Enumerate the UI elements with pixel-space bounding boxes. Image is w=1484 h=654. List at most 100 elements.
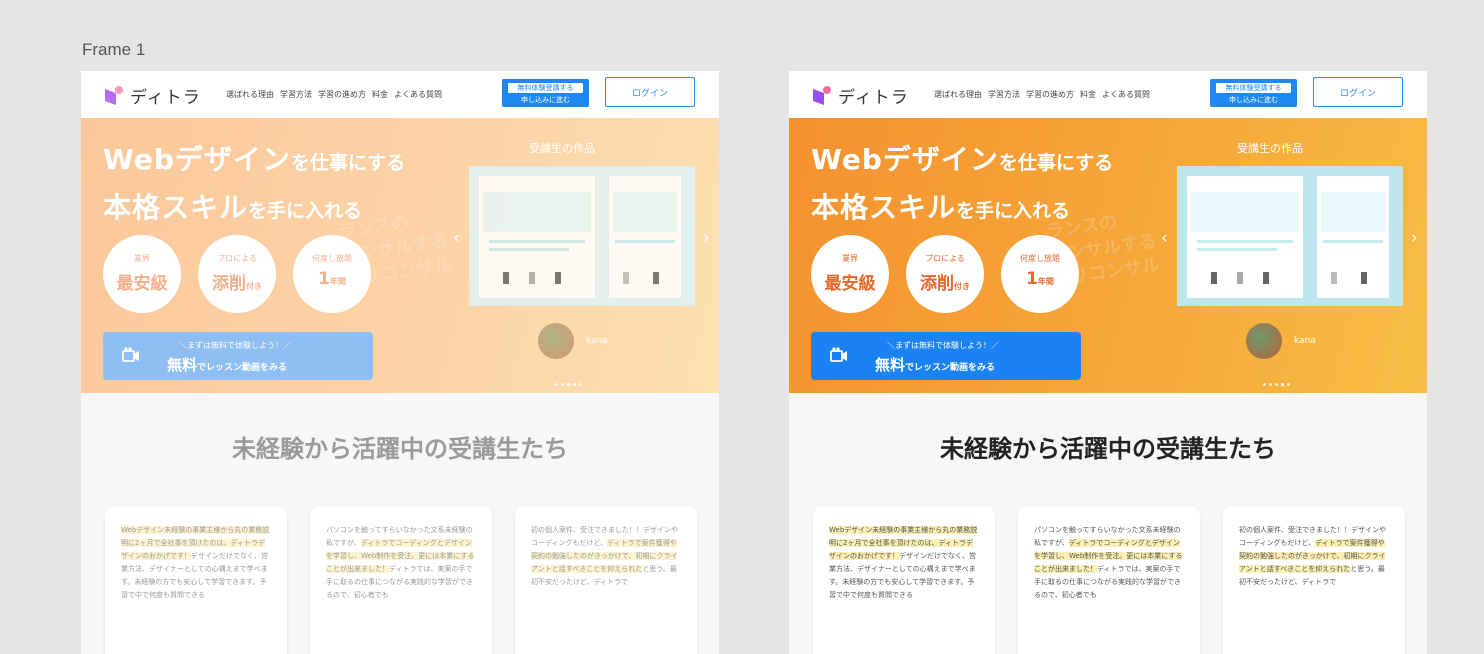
work-screenshot-desktop [479, 176, 595, 298]
nav-item-flow[interactable]: 学習の進め方 [1026, 89, 1074, 100]
site-logo[interactable]: ディトラ [838, 83, 909, 108]
carousel-dots [1263, 383, 1290, 386]
carousel-dot[interactable] [1275, 383, 1278, 386]
apply-button-top: 無料体験受講する [508, 83, 583, 93]
hero-headline-2-big: 本格スキル [811, 191, 957, 224]
badge-top: 何度し放題 [1020, 254, 1060, 263]
hero-headline-2-small: を手に入れる [248, 200, 363, 222]
carousel-dot[interactable] [561, 383, 564, 386]
work-screenshot-line [615, 240, 675, 243]
badge-top: プロによる [217, 254, 257, 263]
nav-item-faq[interactable]: よくある質問 [1102, 89, 1150, 100]
carousel-dot[interactable] [573, 383, 576, 386]
carousel-next-icon[interactable]: › [1411, 228, 1418, 248]
cta-subtext: ＼まずは無料で体験しよう！／ [179, 341, 291, 350]
badge-suffix: 付き [246, 282, 262, 291]
work-screenshot-mobile [1317, 176, 1389, 298]
carousel-dot[interactable] [1287, 383, 1290, 386]
work-screenshot-hero [1191, 192, 1299, 232]
frame-faded-variant: ディトラ 選ばれる理由 学習方法 学習の進め方 料金 よくある質問 無料体験受講… [81, 71, 719, 654]
nav-item-reasons[interactable]: 選ばれる理由 [934, 89, 982, 100]
work-screenshot-line [1197, 240, 1293, 243]
apply-button-label: 申し込みに進む [521, 96, 570, 104]
nav-item-faq[interactable]: よくある質問 [394, 89, 442, 100]
carousel-dots [555, 383, 582, 386]
student-avatar [1246, 323, 1282, 359]
testimonial-text: 初の個人案件、受注できました！！デザインやコーディングもだけど、ディトラで案件獲… [1239, 524, 1389, 589]
video-camera-icon [830, 347, 847, 362]
main-nav: 選ばれる理由 学習方法 学習の進め方 料金 よくある質問 [934, 89, 1150, 100]
work-screenshot-mobile [609, 176, 681, 298]
hero-headline-1-small: を仕事にする [290, 152, 406, 174]
apply-button-label: 申し込みに進む [1229, 96, 1278, 104]
carousel-dot[interactable] [1269, 383, 1272, 386]
student-avatar [538, 323, 574, 359]
carousel-dot[interactable] [579, 383, 582, 386]
section-title: 未経験から活躍中の受講生たち [232, 435, 568, 463]
badge-unlimited: 何度し放題 1年間 [1001, 235, 1079, 313]
login-button[interactable]: ログイン [1313, 77, 1403, 107]
frame-label: Frame 1 [82, 40, 146, 59]
testimonial-card: Webデザイン未経験の事業主様から丸の業務説明に2ヶ月で全社事を頂けたのは、ディ… [105, 506, 287, 654]
nav-item-reasons[interactable]: 選ばれる理由 [226, 89, 274, 100]
badge-top: 業界 [842, 254, 858, 263]
work-screenshot-desktop [1187, 176, 1303, 298]
work-screenshot-line [1197, 248, 1277, 251]
carousel-dot[interactable] [1281, 383, 1284, 386]
carousel-dot[interactable] [567, 383, 570, 386]
carousel-prev-icon[interactable]: ‹ [1161, 228, 1168, 248]
free-lesson-cta-button[interactable]: ＼まずは無料で体験しよう！／ 無料でレッスン動画をみる [103, 332, 373, 380]
testimonial-card: Webデザイン未経験の事業主様から丸の業務説明に2ヶ月で全社事を頂けたのは、ディ… [813, 506, 995, 654]
badge-review: プロによる 添削付き [906, 235, 984, 313]
apply-button[interactable]: 無料体験受講する 申し込みに進む [502, 79, 589, 107]
testimonial-card: 初の個人案件、受注できました！！デザインやコーディングもだけど、ディトラで案件獲… [515, 506, 697, 654]
badge-main-text: 1 [1026, 269, 1038, 289]
carousel-dot[interactable] [555, 383, 558, 386]
badge-review: プロによる 添削付き [198, 235, 276, 313]
testimonial-text: Webデザイン未経験の事業主様から丸の業務説明に2ヶ月で全社事を頂けたのは、ディ… [121, 524, 271, 602]
nav-item-flow[interactable]: 学習の進め方 [318, 89, 366, 100]
nav-item-method[interactable]: 学習方法 [988, 89, 1020, 100]
login-button[interactable]: ログイン [605, 77, 695, 107]
main-nav: 選ばれる理由 学習方法 学習の進め方 料金 よくある質問 [226, 89, 442, 100]
testimonial-card: パソコンを触ってすらいなかった文系未経験の私ですが、ディトラでコーディングとデザ… [1018, 506, 1200, 654]
hero-banner: ランスの コンサルする フリコンサル Webデザインを仕事にする 本格スキルを手に入… [81, 118, 719, 393]
carousel-prev-icon[interactable]: ‹ [453, 228, 460, 248]
nav-item-price[interactable]: 料金 [1080, 89, 1096, 100]
work-screenshot-hero [483, 192, 591, 232]
cta-main-big: 無料 [167, 356, 198, 374]
section-title: 未経験から活躍中の受講生たち [940, 435, 1276, 463]
testimonial-card: パソコンを触ってすらいなかった文系未経験の私ですが、ディトラでコーディングとデザ… [310, 506, 492, 654]
nav-item-price[interactable]: 料金 [372, 89, 388, 100]
badge-main-text: 添削 [920, 274, 954, 294]
badge-main: 最安級 [103, 269, 181, 294]
carousel-next-icon[interactable]: › [703, 228, 710, 248]
logo-mark-icon [105, 86, 123, 105]
work-screenshot-line [489, 240, 585, 243]
hero-headline-2: 本格スキルを手に入れる [811, 186, 1070, 226]
hero-headline-1: Webデザインを仕事にする [103, 138, 405, 178]
cta-main-small: でレッスン動画をみる [905, 363, 996, 373]
nav-item-method[interactable]: 学習方法 [280, 89, 312, 100]
work-screenshot-hero [1321, 192, 1385, 232]
apply-button[interactable]: 無料体験受講する 申し込みに進む [1210, 79, 1297, 107]
free-lesson-cta-button[interactable]: ＼まずは無料で体験しよう！／ 無料でレッスン動画をみる [811, 332, 1081, 380]
work-screenshot-hero [613, 192, 677, 232]
badge-unlimited: 何度し放題 1年間 [293, 235, 371, 313]
video-camera-icon [122, 347, 139, 362]
product-bottle [623, 272, 629, 284]
product-bottle [653, 272, 659, 284]
hero-headline-2-small: を手に入れる [956, 200, 1071, 222]
site-logo[interactable]: ディトラ [130, 83, 201, 108]
badge-main-text: 1 [318, 269, 330, 289]
cta-main-text: 無料でレッスン動画をみる [875, 354, 995, 375]
work-screenshot-line [1323, 240, 1383, 243]
badge-main: 添削付き [198, 269, 276, 294]
logo-mark-icon [813, 86, 831, 105]
frame-vivid-variant: ディトラ 選ばれる理由 学習方法 学習の進め方 料金 よくある質問 無料体験受講… [789, 71, 1427, 654]
badge-main: 最安級 [811, 269, 889, 294]
carousel-dot[interactable] [1263, 383, 1266, 386]
badge-cheapest: 業界 最安級 [103, 235, 181, 313]
badge-suffix: 付き [954, 282, 970, 291]
badge-top: 業界 [134, 254, 150, 263]
